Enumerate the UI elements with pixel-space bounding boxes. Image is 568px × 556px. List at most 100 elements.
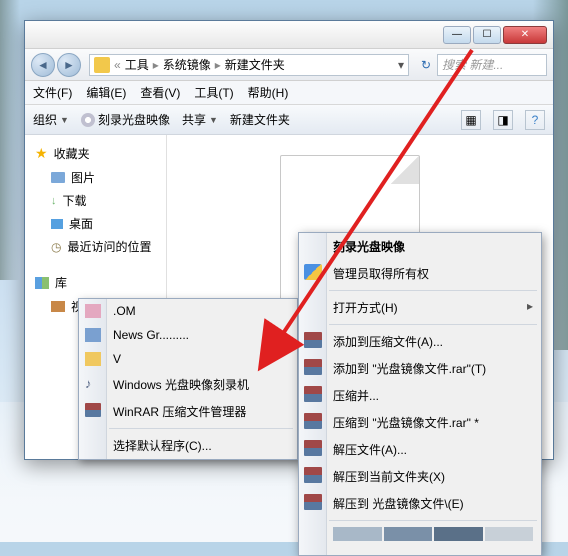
ctx-add-archive[interactable]: 添加到压缩文件(A)...	[299, 328, 541, 355]
libraries-label: 库	[55, 274, 67, 291]
breadcrumb[interactable]: « 工具 ▸ 系统镜像 ▸ 新建文件夹 ▾	[89, 54, 409, 76]
winrar-icon	[304, 440, 322, 456]
newfolder-button[interactable]: 新建文件夹	[230, 111, 290, 128]
separator	[109, 428, 293, 429]
disc-icon	[81, 113, 95, 127]
winrar-icon	[85, 403, 101, 417]
winrar-icon	[304, 359, 322, 375]
help-icon-button[interactable]: ?	[525, 110, 545, 130]
sidebar-item-label: 下载	[63, 192, 87, 209]
openwith-item-1[interactable]: News Gr.........	[79, 323, 297, 347]
bc-lead: «	[114, 58, 121, 72]
favorites-header[interactable]: ★ 收藏夹	[25, 141, 166, 166]
winrar-icon	[304, 413, 322, 429]
minimize-button[interactable]: —	[443, 26, 471, 44]
burn-image-button[interactable]: 刻录光盘映像	[81, 111, 170, 128]
separator	[329, 290, 537, 291]
libraries-icon	[35, 277, 49, 289]
openwith-item-2[interactable]: V	[79, 347, 297, 371]
ctx-compress-named[interactable]: 压缩到 "光盘镜像文件.rar" *	[299, 409, 541, 436]
submenu-arrow-icon: ▸	[527, 299, 533, 313]
menubar: 文件(F) 编辑(E) 查看(V) 工具(T) 帮助(H)	[25, 81, 553, 105]
share-label: 共享	[182, 111, 206, 128]
bg-tree-left	[0, 0, 20, 280]
burn-label: 刻录光盘映像	[98, 111, 170, 128]
search-input[interactable]: 搜索 新建...	[437, 54, 547, 76]
music-icon: ♪	[85, 376, 101, 390]
bc-sep-1: ▸	[215, 58, 221, 72]
favorites-label: 收藏夹	[54, 145, 90, 162]
organize-button[interactable]: 组织▼	[33, 111, 69, 128]
toolbar: 组织▼ 刻录光盘映像 共享▼ 新建文件夹 ▦ ◨ ?	[25, 105, 553, 135]
ctx-label: 管理员取得所有权	[333, 267, 429, 281]
sidebar-item-label: 桌面	[69, 215, 93, 232]
titlebar: — ☐ ✕	[25, 21, 553, 49]
app-icon	[85, 328, 101, 342]
ctx-admin-ownership[interactable]: 管理员取得所有权	[299, 260, 541, 287]
submenu-label: V	[113, 352, 121, 366]
shield-icon	[304, 264, 322, 280]
openwith-item-winrar[interactable]: WinRAR 压缩文件管理器	[79, 398, 297, 425]
bc-part-1[interactable]: 系统镜像	[163, 56, 211, 73]
openwith-submenu: .OM News Gr......... V ♪ Windows 光盘映像刻录机…	[78, 298, 298, 460]
organize-label: 组织	[33, 111, 57, 128]
menu-view[interactable]: 查看(V)	[140, 84, 180, 101]
openwith-item-burner[interactable]: ♪ Windows 光盘映像刻录机	[79, 371, 297, 398]
video-icon	[51, 301, 65, 312]
ctx-open-with[interactable]: 打开方式(H) ▸	[299, 294, 541, 321]
openwith-choose-default[interactable]: 选择默认程序(C)...	[79, 432, 297, 459]
submenu-label: .OM	[113, 304, 136, 318]
view-mode-button[interactable]: ▦	[461, 110, 481, 130]
recent-icon: ◷	[51, 240, 61, 254]
ctx-extract-files[interactable]: 解压文件(A)...	[299, 436, 541, 463]
ctx-label: 解压文件(A)...	[333, 443, 407, 457]
ctx-compress-and[interactable]: 压缩并...	[299, 382, 541, 409]
libraries-header[interactable]: 库	[25, 270, 166, 295]
ctx-label: 压缩并...	[333, 389, 379, 403]
app-icon	[85, 352, 101, 366]
winrar-icon	[304, 494, 322, 510]
ctx-label: 添加到压缩文件(A)...	[333, 335, 443, 349]
submenu-label: 选择默认程序(C)...	[113, 439, 212, 453]
app-icon	[85, 304, 101, 318]
ctx-footer-swatch	[333, 527, 533, 549]
separator	[329, 324, 537, 325]
ctx-extract-named[interactable]: 解压到 光盘镜像文件\(E)	[299, 490, 541, 517]
submenu-label: Windows 光盘映像刻录机	[113, 378, 249, 392]
bc-part-0[interactable]: 工具	[125, 56, 149, 73]
winrar-icon	[304, 467, 322, 483]
ctx-label: 解压到当前文件夹(X)	[333, 470, 445, 484]
submenu-label: WinRAR 压缩文件管理器	[113, 405, 246, 419]
sidebar-item-downloads[interactable]: ↓ 下载	[25, 189, 166, 212]
refresh-button[interactable]: ↻	[415, 54, 437, 76]
download-icon: ↓	[51, 195, 57, 207]
folder-icon	[94, 57, 110, 73]
ctx-label: 打开方式(H)	[333, 301, 398, 315]
ctx-label: 添加到 "光盘镜像文件.rar"(T)	[333, 362, 486, 376]
openwith-item-0[interactable]: .OM	[79, 299, 297, 323]
sidebar-item-pictures[interactable]: 图片	[25, 166, 166, 189]
share-button[interactable]: 共享▼	[182, 111, 218, 128]
sidebar-item-desktop[interactable]: 桌面	[25, 212, 166, 235]
submenu-label: News Gr.........	[113, 328, 189, 342]
back-button[interactable]: ◄	[31, 53, 55, 77]
ctx-burn-image[interactable]: 刻录光盘映像	[299, 233, 541, 260]
bc-sep-0: ▸	[153, 58, 159, 72]
preview-pane-button[interactable]: ◨	[493, 110, 513, 130]
menu-edit[interactable]: 编辑(E)	[86, 84, 126, 101]
ctx-add-named[interactable]: 添加到 "光盘镜像文件.rar"(T)	[299, 355, 541, 382]
bc-dropdown[interactable]: ▾	[398, 58, 404, 72]
menu-file[interactable]: 文件(F)	[33, 84, 72, 101]
ctx-label: 解压到 光盘镜像文件\(E)	[333, 497, 464, 511]
forward-button[interactable]: ►	[57, 53, 81, 77]
ctx-extract-here[interactable]: 解压到当前文件夹(X)	[299, 463, 541, 490]
menu-tools[interactable]: 工具(T)	[194, 84, 233, 101]
search-placeholder: 搜索 新建...	[442, 56, 503, 73]
bc-part-2[interactable]: 新建文件夹	[225, 56, 285, 73]
winrar-icon	[304, 332, 322, 348]
close-button[interactable]: ✕	[503, 26, 547, 44]
maximize-button[interactable]: ☐	[473, 26, 501, 44]
menu-help[interactable]: 帮助(H)	[248, 84, 289, 101]
sidebar-item-recent[interactable]: ◷ 最近访问的位置	[25, 235, 166, 258]
star-icon: ★	[35, 145, 48, 162]
